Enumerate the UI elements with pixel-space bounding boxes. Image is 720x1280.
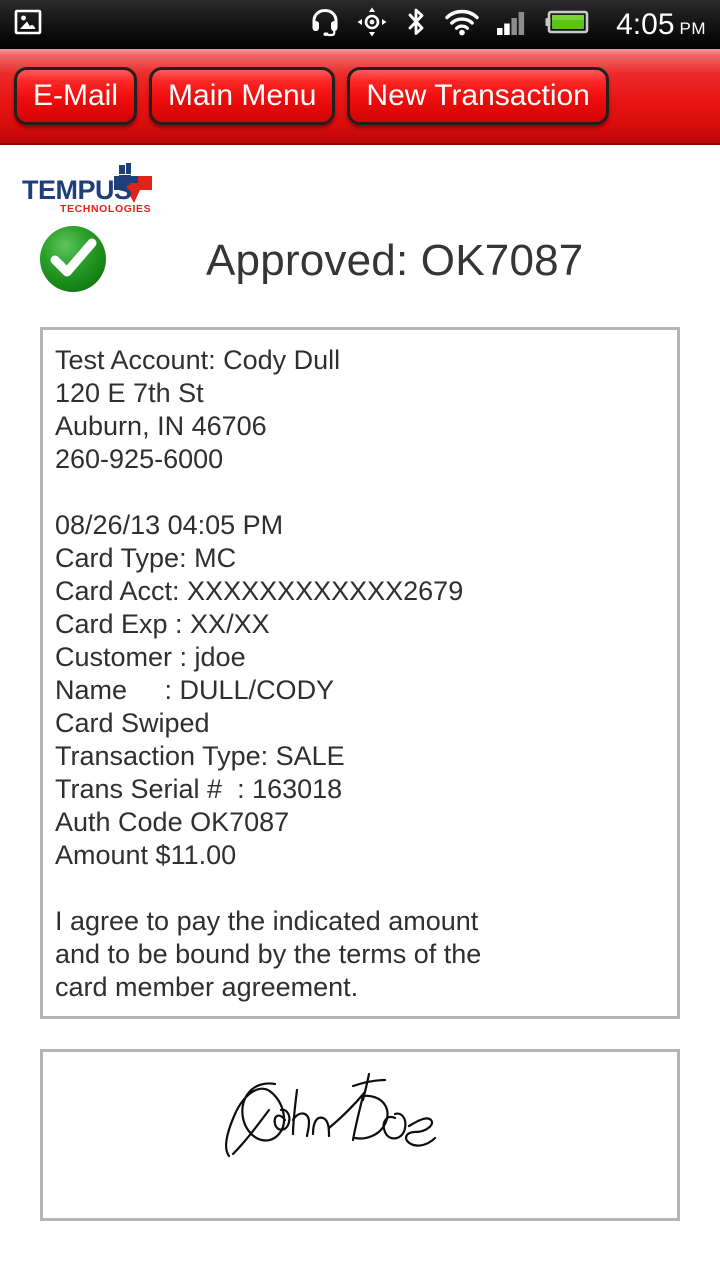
approval-status-row: Approved: OK7087 [0,213,720,309]
bluetooth-icon [404,7,428,42]
status-bar-left-icons [0,8,42,41]
receipt-line: Transaction Type: SALE [55,741,345,771]
svg-text:TEMPUS: TEMPUS [22,175,132,205]
green-check-icon [36,222,110,301]
svg-text:TECHNOLOGIES: TECHNOLOGIES [60,203,151,215]
clock-time: 4:05 [616,7,675,41]
receipt-line: Name : DULL/CODY [55,675,335,705]
receipt-details-box: Test Account: Cody Dull 120 E 7th St Aub… [40,327,680,1019]
receipt-agreement-line: and to be bound by the terms of the [55,939,482,969]
cellular-signal-icon [496,8,528,41]
brand-logo: TEMPUS TECHNOLOGIES [0,151,720,215]
receipt-agreement-line: I agree to pay the indicated amount [55,906,479,936]
main-menu-button[interactable]: Main Menu [149,67,336,125]
receipt-line: Card Exp : XX/XX [55,609,270,639]
receipt-line: Amount $11.00 [55,840,237,870]
receipt-line: Customer : jdoe [55,642,246,672]
signature-canvas[interactable] [40,1049,680,1221]
status-bar-clock: 4:05 PM [616,8,706,42]
receipt-line: 08/26/13 04:05 PM [55,510,284,540]
receipt-line: Card Type: MC [55,543,237,573]
receipt-line-spacer [55,476,665,509]
customer-signature-ink [225,1072,437,1158]
status-bar[interactable]: 4:05 PM [0,0,720,49]
receipt-line-spacer [55,872,665,905]
tempus-technologies-logo: TEMPUS TECHNOLOGIES [22,163,152,215]
receipt-line: Test Account: Cody Dull [55,345,341,375]
screenshot-image-icon [14,8,42,41]
receipt-screen: TEMPUS TECHNOLOGIES Approved: OK7087 Tes [0,145,720,1221]
approval-heading: Approved: OK7087 [206,236,584,285]
email-button[interactable]: E-Mail [14,67,138,125]
headset-icon [310,7,340,42]
top-navigation-bar: E-Mail Main Menu New Transaction [0,49,720,145]
receipt-line: 120 E 7th St [55,378,204,408]
receipt-agreement-line: card member agreement. [55,972,359,1002]
receipt-line: Card Swiped [55,708,210,738]
new-transaction-button[interactable]: New Transaction [347,67,609,125]
status-bar-right-icons: 4:05 PM [310,7,720,42]
battery-full-icon [545,10,589,39]
gps-crosshair-icon [357,7,387,42]
receipt-line: Auth Code OK7087 [55,807,290,837]
receipt-line: Trans Serial # : 163018 [55,774,343,804]
receipt-line: Auburn, IN 46706 [55,411,267,441]
receipt-line: 260-925-6000 [55,444,224,474]
receipt-line: Card Acct: XXXXXXXXXXXX2679 [55,576,464,606]
clock-ampm: PM [679,18,706,38]
wifi-icon [445,8,479,41]
